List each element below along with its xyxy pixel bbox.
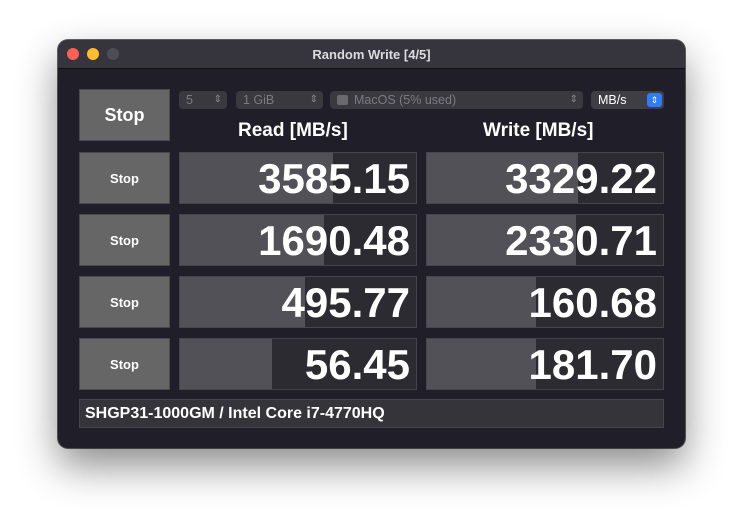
stop-all-button[interactable]: Stop — [79, 89, 170, 141]
read-value-1: 3585.15 — [258, 155, 410, 202]
write-header: Write [MB/s] — [483, 120, 594, 141]
disk-icon — [337, 95, 348, 105]
test-count-value: 5 — [186, 93, 193, 107]
title-bar: Random Write [4/5] — [58, 40, 685, 69]
chevron-updown-icon: ⇕ — [213, 94, 222, 105]
write-value-4: 181.70 — [528, 341, 657, 388]
device-info-field[interactable]: SHGP31-1000GM / Intel Core i7-4770HQ — [79, 399, 664, 428]
read-result-1: 3585.15 — [179, 152, 417, 204]
read-result-4: 56.45 — [179, 338, 417, 390]
progress-fill — [427, 339, 536, 389]
window-title: Random Write [4/5] — [312, 47, 431, 62]
progress-fill — [180, 339, 273, 389]
test-count-select[interactable]: 5 ⇕ — [179, 91, 227, 109]
write-result-2: 2330.71 — [426, 214, 664, 266]
write-value-2: 2330.71 — [505, 217, 657, 264]
progress-fill — [427, 277, 536, 327]
write-value-3: 160.68 — [528, 279, 657, 326]
test-size-value: 1 GiB — [243, 93, 275, 107]
stop-test-3-button[interactable]: Stop — [79, 276, 170, 328]
chevron-updown-icon: ⇕ — [569, 94, 578, 105]
read-result-3: 495.77 — [179, 276, 417, 328]
read-result-2: 1690.48 — [179, 214, 417, 266]
write-result-1: 3329.22 — [426, 152, 664, 204]
unit-select[interactable]: MB/s ⇕ — [591, 91, 664, 109]
stop-test-2-button[interactable]: Stop — [79, 214, 170, 266]
read-header: Read [MB/s] — [238, 120, 348, 141]
app-window: Random Write [4/5] Stop 5 ⇕ 1 GiB ⇕ MacO… — [58, 40, 685, 448]
chevron-updown-icon: ⇕ — [309, 94, 318, 105]
write-result-3: 160.68 — [426, 276, 664, 328]
read-value-4: 56.45 — [304, 341, 410, 388]
write-value-1: 3329.22 — [505, 155, 657, 202]
write-result-4: 181.70 — [426, 338, 664, 390]
chevron-updown-icon: ⇕ — [647, 93, 662, 107]
read-value-2: 1690.48 — [258, 217, 410, 264]
unit-value: MB/s — [598, 93, 627, 107]
stop-test-1-button[interactable]: Stop — [79, 152, 170, 204]
target-drive-select[interactable]: MacOS (5% used) ⇕ — [330, 91, 583, 109]
read-value-3: 495.77 — [281, 279, 410, 326]
test-size-select[interactable]: 1 GiB ⇕ — [236, 91, 323, 109]
stop-test-4-button[interactable]: Stop — [79, 338, 170, 390]
target-drive-value: MacOS (5% used) — [354, 93, 457, 107]
